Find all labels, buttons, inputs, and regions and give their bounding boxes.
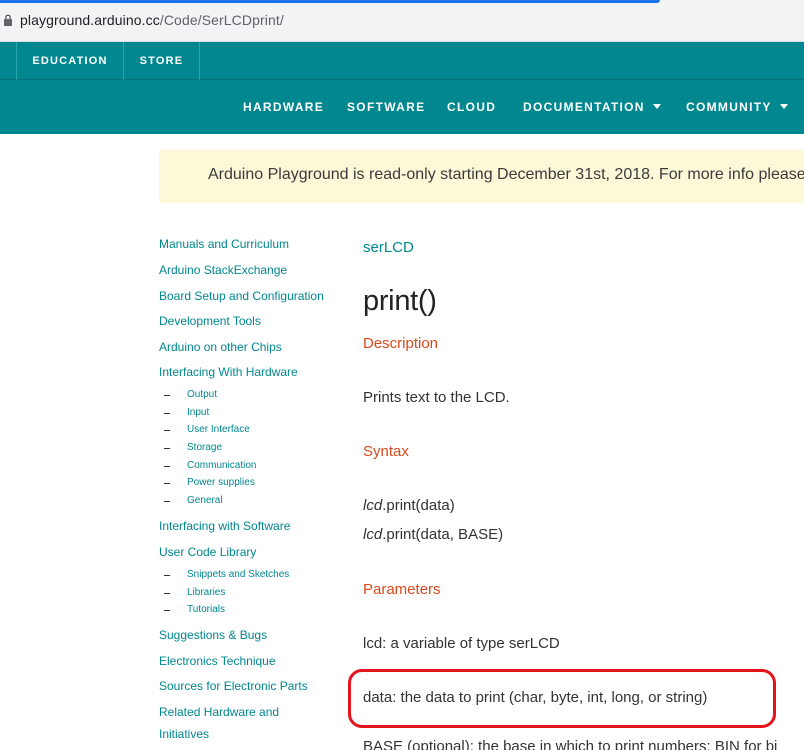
sidebar-item-initiatives[interactable]: Initiatives [159, 727, 209, 741]
notice-text: Arduino Playground is read-only starting… [208, 166, 804, 183]
syntax-line-1: lcd.print(data) [363, 497, 455, 514]
syntax-call: .print(data) [382, 497, 455, 514]
sidebar-item-interfacing-hardware[interactable]: Interfacing With Hardware [159, 365, 298, 379]
param-lcd: lcd: a variable of type serLCD [363, 635, 560, 652]
sidebar-sub-libraries[interactable]: Libraries [187, 587, 225, 598]
sidebar-sub-output[interactable]: Output [187, 389, 217, 400]
nav-documentation-label: DOCUMENTATION [523, 100, 645, 114]
sidebar-item-dev-tools[interactable]: Development Tools [159, 314, 261, 328]
list-bullet [164, 501, 170, 502]
nav-documentation[interactable]: DOCUMENTATION [523, 80, 661, 134]
sidebar-sub-power-supplies[interactable]: Power supplies [187, 477, 255, 488]
syntax-heading: Syntax [363, 443, 409, 460]
highlight-annotation [348, 669, 776, 728]
page-load-indicator [0, 0, 660, 3]
syntax-object: lcd [363, 497, 383, 514]
sidebar-item-interfacing-software[interactable]: Interfacing with Software [159, 519, 290, 533]
list-bullet [164, 610, 170, 611]
list-bullet [164, 413, 170, 414]
sidebar-sub-general[interactable]: General [187, 495, 223, 506]
syntax-line-2: lcd.print(data, BASE) [363, 526, 503, 543]
description-heading: Description [363, 335, 439, 352]
read-only-notice: Arduino Playground is read-only starting… [159, 150, 804, 203]
sidebar-item-other-chips[interactable]: Arduino on other Chips [159, 340, 282, 354]
syntax-object: lcd [363, 526, 383, 543]
list-bullet [164, 483, 170, 484]
browser-address-bar[interactable]: playground.arduino.cc/Code/SerLCDprint/ [0, 0, 804, 42]
list-bullet [164, 575, 170, 576]
nav-community-label: COMMUNITY [686, 100, 772, 114]
sidebar-sub-input[interactable]: Input [187, 407, 209, 418]
url-path: /Code/SerLCDprint/ [159, 12, 284, 28]
nav-hardware[interactable]: HARDWARE [243, 80, 324, 134]
description-text: Prints text to the LCD. [363, 389, 510, 406]
param-base: BASE (optional): the base in which to pr… [363, 738, 778, 750]
chevron-down-icon [779, 104, 788, 110]
sidebar-item-electronics-technique[interactable]: Electronics Technique [159, 654, 276, 668]
nav-community[interactable]: COMMUNITY [686, 80, 788, 134]
sidebar-sub-tutorials[interactable]: Tutorials [187, 604, 225, 615]
sidebar-item-stackexchange[interactable]: Arduino StackExchange [159, 263, 287, 277]
top-bar: EDUCATION STORE [0, 42, 804, 80]
sidebar-item-manuals[interactable]: Manuals and Curriculum [159, 237, 289, 251]
sidebar-item-sources-parts[interactable]: Sources for Electronic Parts [159, 679, 308, 693]
list-bullet [164, 430, 170, 431]
sidebar-sub-storage[interactable]: Storage [187, 442, 222, 453]
nav-cloud[interactable]: CLOUD [447, 80, 496, 134]
main-nav: HARDWARE SOFTWARE CLOUD DOCUMENTATION CO… [0, 80, 804, 134]
sidebar-sub-snippets[interactable]: Snippets and Sketches [187, 569, 289, 580]
lock-icon[interactable] [3, 14, 13, 26]
sidebar-item-suggestions[interactable]: Suggestions & Bugs [159, 628, 267, 642]
sidebar-sub-user-interface[interactable]: User Interface [187, 424, 250, 435]
breadcrumb[interactable]: serLCD [363, 239, 414, 256]
sidebar-sub-communication[interactable]: Communication [187, 460, 256, 471]
sidebar-item-board-setup[interactable]: Board Setup and Configuration [159, 289, 324, 303]
sidebar-item-related-hardware[interactable]: Related Hardware and [159, 705, 279, 719]
education-link[interactable]: EDUCATION [17, 42, 123, 80]
top-bar-divider [199, 42, 200, 80]
list-bullet [164, 593, 170, 594]
page-title: print() [363, 285, 437, 317]
url-text[interactable]: playground.arduino.cc/Code/SerLCDprint/ [20, 12, 284, 28]
list-bullet [164, 395, 170, 396]
list-bullet [164, 466, 170, 467]
chevron-down-icon [652, 104, 661, 110]
parameters-heading: Parameters [363, 581, 441, 598]
store-link[interactable]: STORE [124, 42, 199, 80]
syntax-call: .print(data, BASE) [382, 526, 504, 543]
url-host: playground.arduino.cc [20, 12, 160, 28]
nav-software[interactable]: SOFTWARE [347, 80, 425, 134]
list-bullet [164, 448, 170, 449]
sidebar-item-user-code-library[interactable]: User Code Library [159, 545, 256, 559]
